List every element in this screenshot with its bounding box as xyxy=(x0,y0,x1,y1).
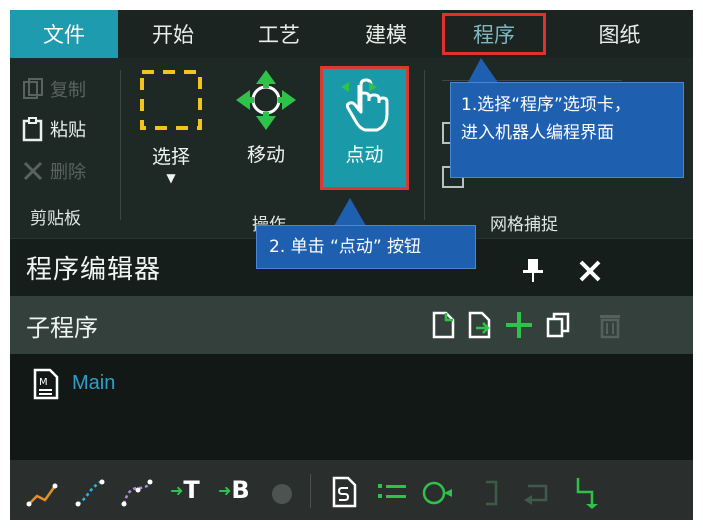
copy-icon xyxy=(23,78,43,99)
menu-bar: 文件 开始 工艺 建模 程序 图纸 xyxy=(10,10,693,58)
list-icon[interactable] xyxy=(376,480,408,508)
move-button[interactable]: 移动 xyxy=(234,68,298,167)
select-button[interactable]: 选择 ▼ xyxy=(138,68,204,185)
tab-home[interactable]: 开始 xyxy=(118,10,228,58)
branch-icon[interactable] xyxy=(478,478,508,508)
pin-icon[interactable] xyxy=(522,257,544,283)
close-icon[interactable] xyxy=(578,259,602,283)
ribbon-separator xyxy=(424,70,425,220)
callout-1-line-2: 进入机器人编程界面 xyxy=(461,123,614,143)
selection-box-icon xyxy=(140,70,202,130)
program-tree: M Main xyxy=(10,354,693,460)
subprogram-label: 子程序 xyxy=(26,314,98,342)
program-tab-highlight xyxy=(442,13,546,55)
teach-b-label: B xyxy=(231,476,250,504)
return-icon[interactable] xyxy=(522,478,556,508)
teach-t-label: T xyxy=(183,476,200,504)
jog-label: 点动 xyxy=(345,144,384,166)
svg-text:M: M xyxy=(39,377,48,388)
move-label: 移动 xyxy=(246,144,285,166)
import-program-icon[interactable] xyxy=(466,310,492,340)
program-editor-title: 程序编辑器 xyxy=(26,255,162,285)
tab-drawing[interactable]: 图纸 xyxy=(546,10,693,58)
select-dropdown-arrow[interactable]: ▼ xyxy=(166,171,175,185)
toolbar-separator xyxy=(310,474,311,508)
clipboard-group-label: 剪贴板 xyxy=(30,209,81,229)
subroutine-file-icon[interactable] xyxy=(330,476,358,508)
paste-label: 粘贴 xyxy=(50,120,86,141)
select-label: 选择 xyxy=(151,146,190,168)
copy-program-icon[interactable] xyxy=(546,311,572,339)
bottom-toolbar: ➜ T ➜ B xyxy=(10,460,693,520)
joint-motion-icon[interactable] xyxy=(74,478,110,508)
callout-step-1: 1.选择“程序”选项卡， 进入机器人编程界面 xyxy=(450,82,684,178)
callout-1-pointer xyxy=(467,58,499,84)
new-program-icon[interactable] xyxy=(430,310,456,340)
jog-button[interactable]: 点动 xyxy=(320,66,409,190)
callout-step-2: 2. 单击 “点动” 按钮 xyxy=(256,225,476,269)
paste-icon xyxy=(22,117,43,142)
tab-modeling[interactable]: 建模 xyxy=(330,10,442,58)
arrow-right-icon: ➜ xyxy=(218,480,232,500)
tree-item-label: Main xyxy=(72,372,116,394)
add-icon[interactable] xyxy=(504,310,534,340)
delete-x-icon xyxy=(23,161,43,181)
grid-snap-group-label: 网格捕捉 xyxy=(490,215,558,235)
main-program-icon: M xyxy=(33,368,59,400)
delete-label: 删除 xyxy=(50,162,86,183)
copy-button[interactable]: 复制 xyxy=(22,76,86,102)
record-icon[interactable] xyxy=(272,484,292,504)
linear-motion-icon[interactable] xyxy=(26,478,62,508)
callout-1-line-1: 1.选择“程序”选项卡， xyxy=(461,95,631,115)
teach-t-button[interactable]: ➜ T xyxy=(170,476,200,504)
paste-button[interactable]: 粘贴 xyxy=(22,116,86,142)
tab-process[interactable]: 工艺 xyxy=(228,10,330,58)
copy-label: 复制 xyxy=(50,80,86,101)
tab-file[interactable]: 文件 xyxy=(10,10,118,58)
teach-b-button[interactable]: ➜ B xyxy=(218,476,250,504)
arrow-right-icon: ➜ xyxy=(170,480,184,500)
trash-icon[interactable] xyxy=(598,311,622,339)
subprogram-header: 子程序 xyxy=(10,296,693,354)
jump-icon[interactable] xyxy=(570,476,600,510)
move-arrows-icon xyxy=(236,70,296,130)
loop-icon[interactable] xyxy=(420,478,454,508)
delete-button[interactable]: 删除 xyxy=(22,158,86,184)
ribbon-separator xyxy=(120,70,121,220)
hand-pointer-icon xyxy=(341,78,389,132)
arc-motion-icon[interactable] xyxy=(120,478,156,508)
callout-2-pointer xyxy=(334,198,366,226)
